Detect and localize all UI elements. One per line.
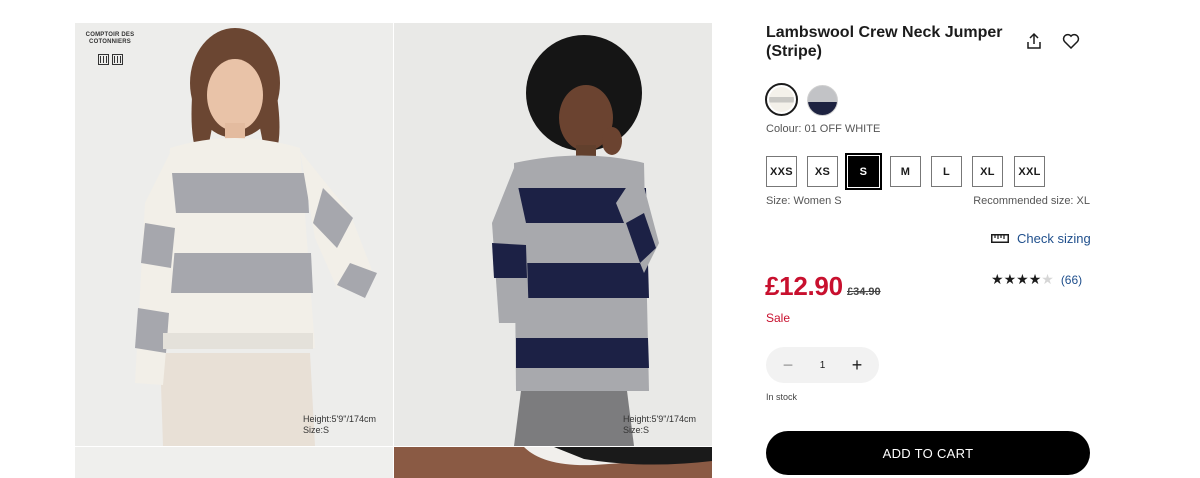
product-photo-detail[interactable]	[75, 447, 393, 478]
minus-icon[interactable]: −	[780, 356, 796, 374]
model-height: Height:5'9"/174cm	[623, 414, 696, 424]
star-icon: ★	[1003, 271, 1017, 287]
recommended-size: Recommended size: XL	[973, 195, 1090, 207]
uniqlo-logos	[83, 54, 137, 65]
colour-swatch-off-white[interactable]	[765, 83, 798, 116]
plus-icon[interactable]: +	[849, 356, 865, 374]
model-illustration-2	[492, 35, 659, 446]
product-photo-front[interactable]: COMPTOIR DES COTONNIERS Height:5'9"/174c…	[75, 23, 393, 446]
closeup-illustration	[394, 447, 712, 478]
size-option-m[interactable]: M	[890, 156, 921, 187]
ruler-icon	[991, 234, 1009, 243]
sale-label: Sale	[766, 311, 791, 325]
product-photo-closeup[interactable]	[394, 447, 712, 478]
model-height: Height:5'9"/174cm	[303, 414, 376, 424]
star-empty-icon: ★	[1041, 271, 1054, 287]
heart-icon[interactable]	[1060, 30, 1082, 52]
product-title: Lambswool Crew Neck Jumper (Stripe)	[766, 24, 1003, 60]
colour-label: Colour: 01 OFF WHITE	[766, 123, 881, 135]
sale-price: £12.90	[765, 271, 843, 301]
model-info: Height:5'9"/174cm Size:S	[623, 414, 696, 436]
add-to-cart-button[interactable]: ADD TO CART	[766, 431, 1090, 475]
size-option-xxl[interactable]: XXL	[1014, 156, 1045, 187]
share-icon[interactable]	[1023, 30, 1045, 52]
logo-icon	[111, 54, 123, 65]
model-size: Size:S	[623, 425, 650, 435]
selected-size-label: Size: Women S	[766, 195, 842, 207]
brand-name-line2: COTONNIERS	[89, 39, 131, 45]
original-price: £34.90	[847, 286, 881, 298]
product-photo-navy[interactable]: Height:5'9"/174cm Size:S	[394, 23, 712, 446]
size-option-xl[interactable]: XL	[972, 156, 1003, 187]
colour-swatch-navy[interactable]	[807, 85, 838, 116]
size-option-xxs[interactable]: XXS	[766, 156, 797, 187]
quantity-value: 1	[819, 359, 826, 371]
review-count[interactable]: (66)	[1061, 273, 1082, 287]
quantity-stepper: − 1 +	[766, 347, 879, 383]
brand-name-line1: COMPTOIR DES	[85, 32, 135, 38]
model-info: Height:5'9"/174cm Size:S	[303, 414, 376, 436]
size-option-xs[interactable]: XS	[807, 156, 838, 187]
brand-logo: COMPTOIR DES COTONNIERS	[83, 32, 137, 65]
size-option-s[interactable]: S	[845, 153, 882, 190]
stock-status: In stock	[766, 392, 798, 402]
size-option-l[interactable]: L	[931, 156, 962, 187]
rating[interactable]: ★ ★ ★ ★ ★ (66)	[991, 271, 1082, 288]
check-sizing-link[interactable]: Check sizing	[991, 231, 1091, 246]
star-icon: ★	[991, 271, 1004, 287]
check-sizing-label: Check sizing	[1017, 231, 1091, 246]
star-icon: ★	[1028, 271, 1042, 287]
star-icon: ★	[1016, 271, 1029, 287]
model-illustration-1	[135, 28, 377, 446]
logo-icon	[97, 54, 109, 65]
model-size: Size:S	[303, 425, 330, 435]
